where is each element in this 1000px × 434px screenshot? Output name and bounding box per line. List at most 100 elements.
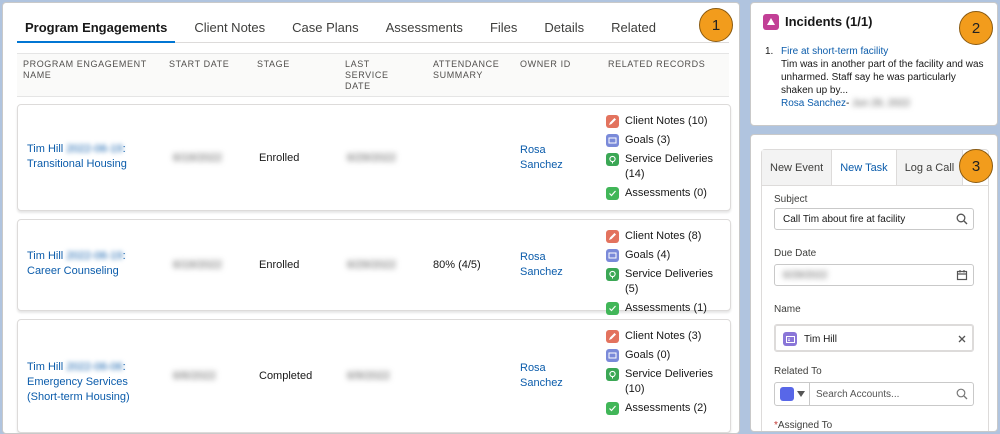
callout-badge-1: 1: [699, 8, 733, 42]
related-record-item[interactable]: Assessments (2): [606, 401, 715, 416]
column-header-last-service-date[interactable]: LAST SERVICE DATE: [345, 59, 405, 92]
column-header-owner-id[interactable]: OWNER ID: [520, 59, 590, 70]
callout-badge-3: 3: [959, 149, 993, 183]
subject-value: Call Tim about fire at facility: [783, 214, 906, 225]
assessment-icon: [606, 187, 619, 200]
engagement-name-link[interactable]: Tim Hill 2022-06-19: Career Counseling: [27, 249, 157, 279]
owner-link[interactable]: Rosa Sanchez: [520, 250, 570, 280]
tab-details[interactable]: Details: [536, 17, 592, 43]
activity-tabs: New Event New Task Log a Call: [761, 149, 989, 186]
due-date-value: 6/29/2022: [783, 270, 828, 281]
related-record-item[interactable]: Goals (3): [606, 133, 715, 148]
column-header-attendance-summary[interactable]: ATTENDANCE SUMMARY: [433, 59, 513, 81]
incidents-title[interactable]: Incidents (1/1): [785, 14, 872, 29]
tab-program-engagements[interactable]: Program Engagements: [17, 17, 176, 43]
calendar-icon[interactable]: [956, 269, 968, 281]
related-record-item[interactable]: Service Deliveries (14): [606, 152, 715, 182]
engagement-client-name[interactable]: Tim Hill: [27, 143, 63, 155]
account-icon: [780, 387, 794, 401]
name-lookup[interactable]: Tim Hill: [774, 324, 974, 352]
related-records-list: Client Notes (8) Goals (4) Service Deliver…: [606, 229, 715, 320]
tab-log-a-call[interactable]: Log a Call: [896, 150, 964, 186]
subject-input[interactable]: Call Tim about fire at facility: [774, 208, 974, 230]
related-record-label: Service Deliveries (14): [625, 153, 714, 180]
name-value: Tim Hill: [804, 333, 837, 345]
engagement-date: 2022-06-19: [66, 143, 123, 155]
engagement-date: 2022-06-19: [66, 250, 123, 262]
new-task-form: Subject Call Tim about fire at facility …: [761, 185, 989, 431]
assigned-to-label: *Assigned To: [774, 420, 832, 431]
related-records-list: Client Notes (3) Goals (0) Service Deliver…: [606, 329, 715, 420]
assessment-icon: [606, 402, 619, 415]
pencil-icon: [606, 115, 619, 128]
related-record-item[interactable]: Client Notes (8): [606, 229, 715, 244]
column-header-stage[interactable]: STAGE: [257, 59, 327, 70]
related-record-item[interactable]: Goals (0): [606, 348, 715, 363]
engagement-client-name[interactable]: Tim Hill: [27, 250, 63, 262]
engagement-name-link[interactable]: Tim Hill 2022-06-06: Emergency Services …: [27, 360, 157, 405]
contact-icon: [783, 332, 797, 346]
last-service-date-cell: 6/29/2022: [347, 259, 396, 271]
related-record-item[interactable]: Goals (4): [606, 248, 715, 263]
tab-new-event[interactable]: New Event: [762, 150, 833, 186]
tab-files[interactable]: Files: [482, 17, 525, 43]
service-delivery-icon: [606, 368, 619, 381]
goals-icon: [606, 134, 619, 147]
search-icon[interactable]: [956, 213, 968, 225]
program-engagement-row: Tim Hill 2022-06-19: Transitional Housin…: [17, 104, 731, 211]
engagement-date: 2022-06-06: [66, 361, 123, 373]
related-to-search-input[interactable]: Search Accounts...: [810, 382, 974, 406]
due-date-input[interactable]: 6/29/2022: [774, 264, 974, 286]
related-record-label: Client Notes (8): [625, 230, 702, 242]
subject-label: Subject: [774, 194, 808, 205]
engagement-client-name[interactable]: Tim Hill: [27, 361, 63, 373]
incident-number: 1.: [765, 46, 774, 57]
record-tabs: Program Engagements Client Notes Case Pl…: [17, 17, 729, 43]
owner-link[interactable]: Rosa Sanchez: [520, 361, 570, 391]
incident-link[interactable]: Fire at short-term facility: [781, 45, 989, 58]
program-engagement-row: Tim Hill 2022-06-06: Emergency Services …: [17, 319, 731, 433]
related-record-item[interactable]: Client Notes (3): [606, 329, 715, 344]
incident-date: Jun 29, 2022: [852, 98, 910, 109]
related-record-item[interactable]: Assessments (1): [606, 301, 715, 316]
tab-assessments[interactable]: Assessments: [378, 17, 471, 43]
related-to-label: Related To: [774, 366, 822, 377]
stage-cell: Completed: [259, 370, 313, 382]
pencil-icon: [606, 330, 619, 343]
related-records-list: Client Notes (10) Goals (3) Service Delive…: [606, 114, 715, 205]
related-record-label: Goals (0): [625, 349, 671, 361]
related-to-placeholder: Search Accounts...: [816, 389, 900, 400]
program-engagement-row: Tim Hill 2022-06-19: Career Counseling 6/…: [17, 219, 731, 315]
service-delivery-icon: [606, 153, 619, 166]
owner-link[interactable]: Rosa Sanchez: [520, 143, 570, 173]
column-header-related-records[interactable]: RELATED RECORDS: [608, 59, 718, 70]
stage-cell: Enrolled: [259, 152, 300, 164]
related-record-item[interactable]: Assessments (0): [606, 186, 715, 201]
assigned-to-text: Assigned To: [777, 420, 833, 431]
column-header-start-date[interactable]: START DATE: [169, 59, 249, 70]
related-to-field: Search Accounts...: [774, 382, 974, 406]
related-record-label: Goals (4): [625, 249, 671, 261]
related-record-label: Assessments (2): [625, 402, 707, 414]
tab-client-notes[interactable]: Client Notes: [186, 17, 273, 43]
related-record-label: Assessments (1): [625, 302, 707, 314]
chevron-down-icon: [797, 391, 805, 397]
object-type-picker[interactable]: [774, 382, 810, 406]
close-icon[interactable]: [956, 333, 968, 345]
related-record-item[interactable]: Service Deliveries (5): [606, 267, 715, 297]
program-engagements-panel: Program Engagements Client Notes Case Pl…: [2, 2, 740, 434]
tab-case-plans[interactable]: Case Plans: [284, 17, 366, 43]
attendance-cell: 80% (4/5): [433, 259, 481, 271]
last-service-date-cell: 6/29/2022: [347, 152, 396, 164]
column-header-name[interactable]: PROGRAM ENGAGEMENT NAME: [23, 59, 153, 81]
related-record-label: Service Deliveries (5): [625, 268, 714, 295]
tab-related[interactable]: Related: [603, 17, 664, 43]
search-icon[interactable]: [956, 388, 968, 400]
incident-author-link[interactable]: Rosa Sanchez: [781, 98, 846, 109]
assessment-icon: [606, 302, 619, 315]
tab-new-task[interactable]: New Task: [832, 150, 897, 186]
engagement-name-link[interactable]: Tim Hill 2022-06-19: Transitional Housin…: [27, 142, 157, 172]
related-record-item[interactable]: Client Notes (10): [606, 114, 715, 129]
related-record-label: Service Deliveries (10): [625, 368, 714, 395]
related-record-item[interactable]: Service Deliveries (10): [606, 367, 715, 397]
